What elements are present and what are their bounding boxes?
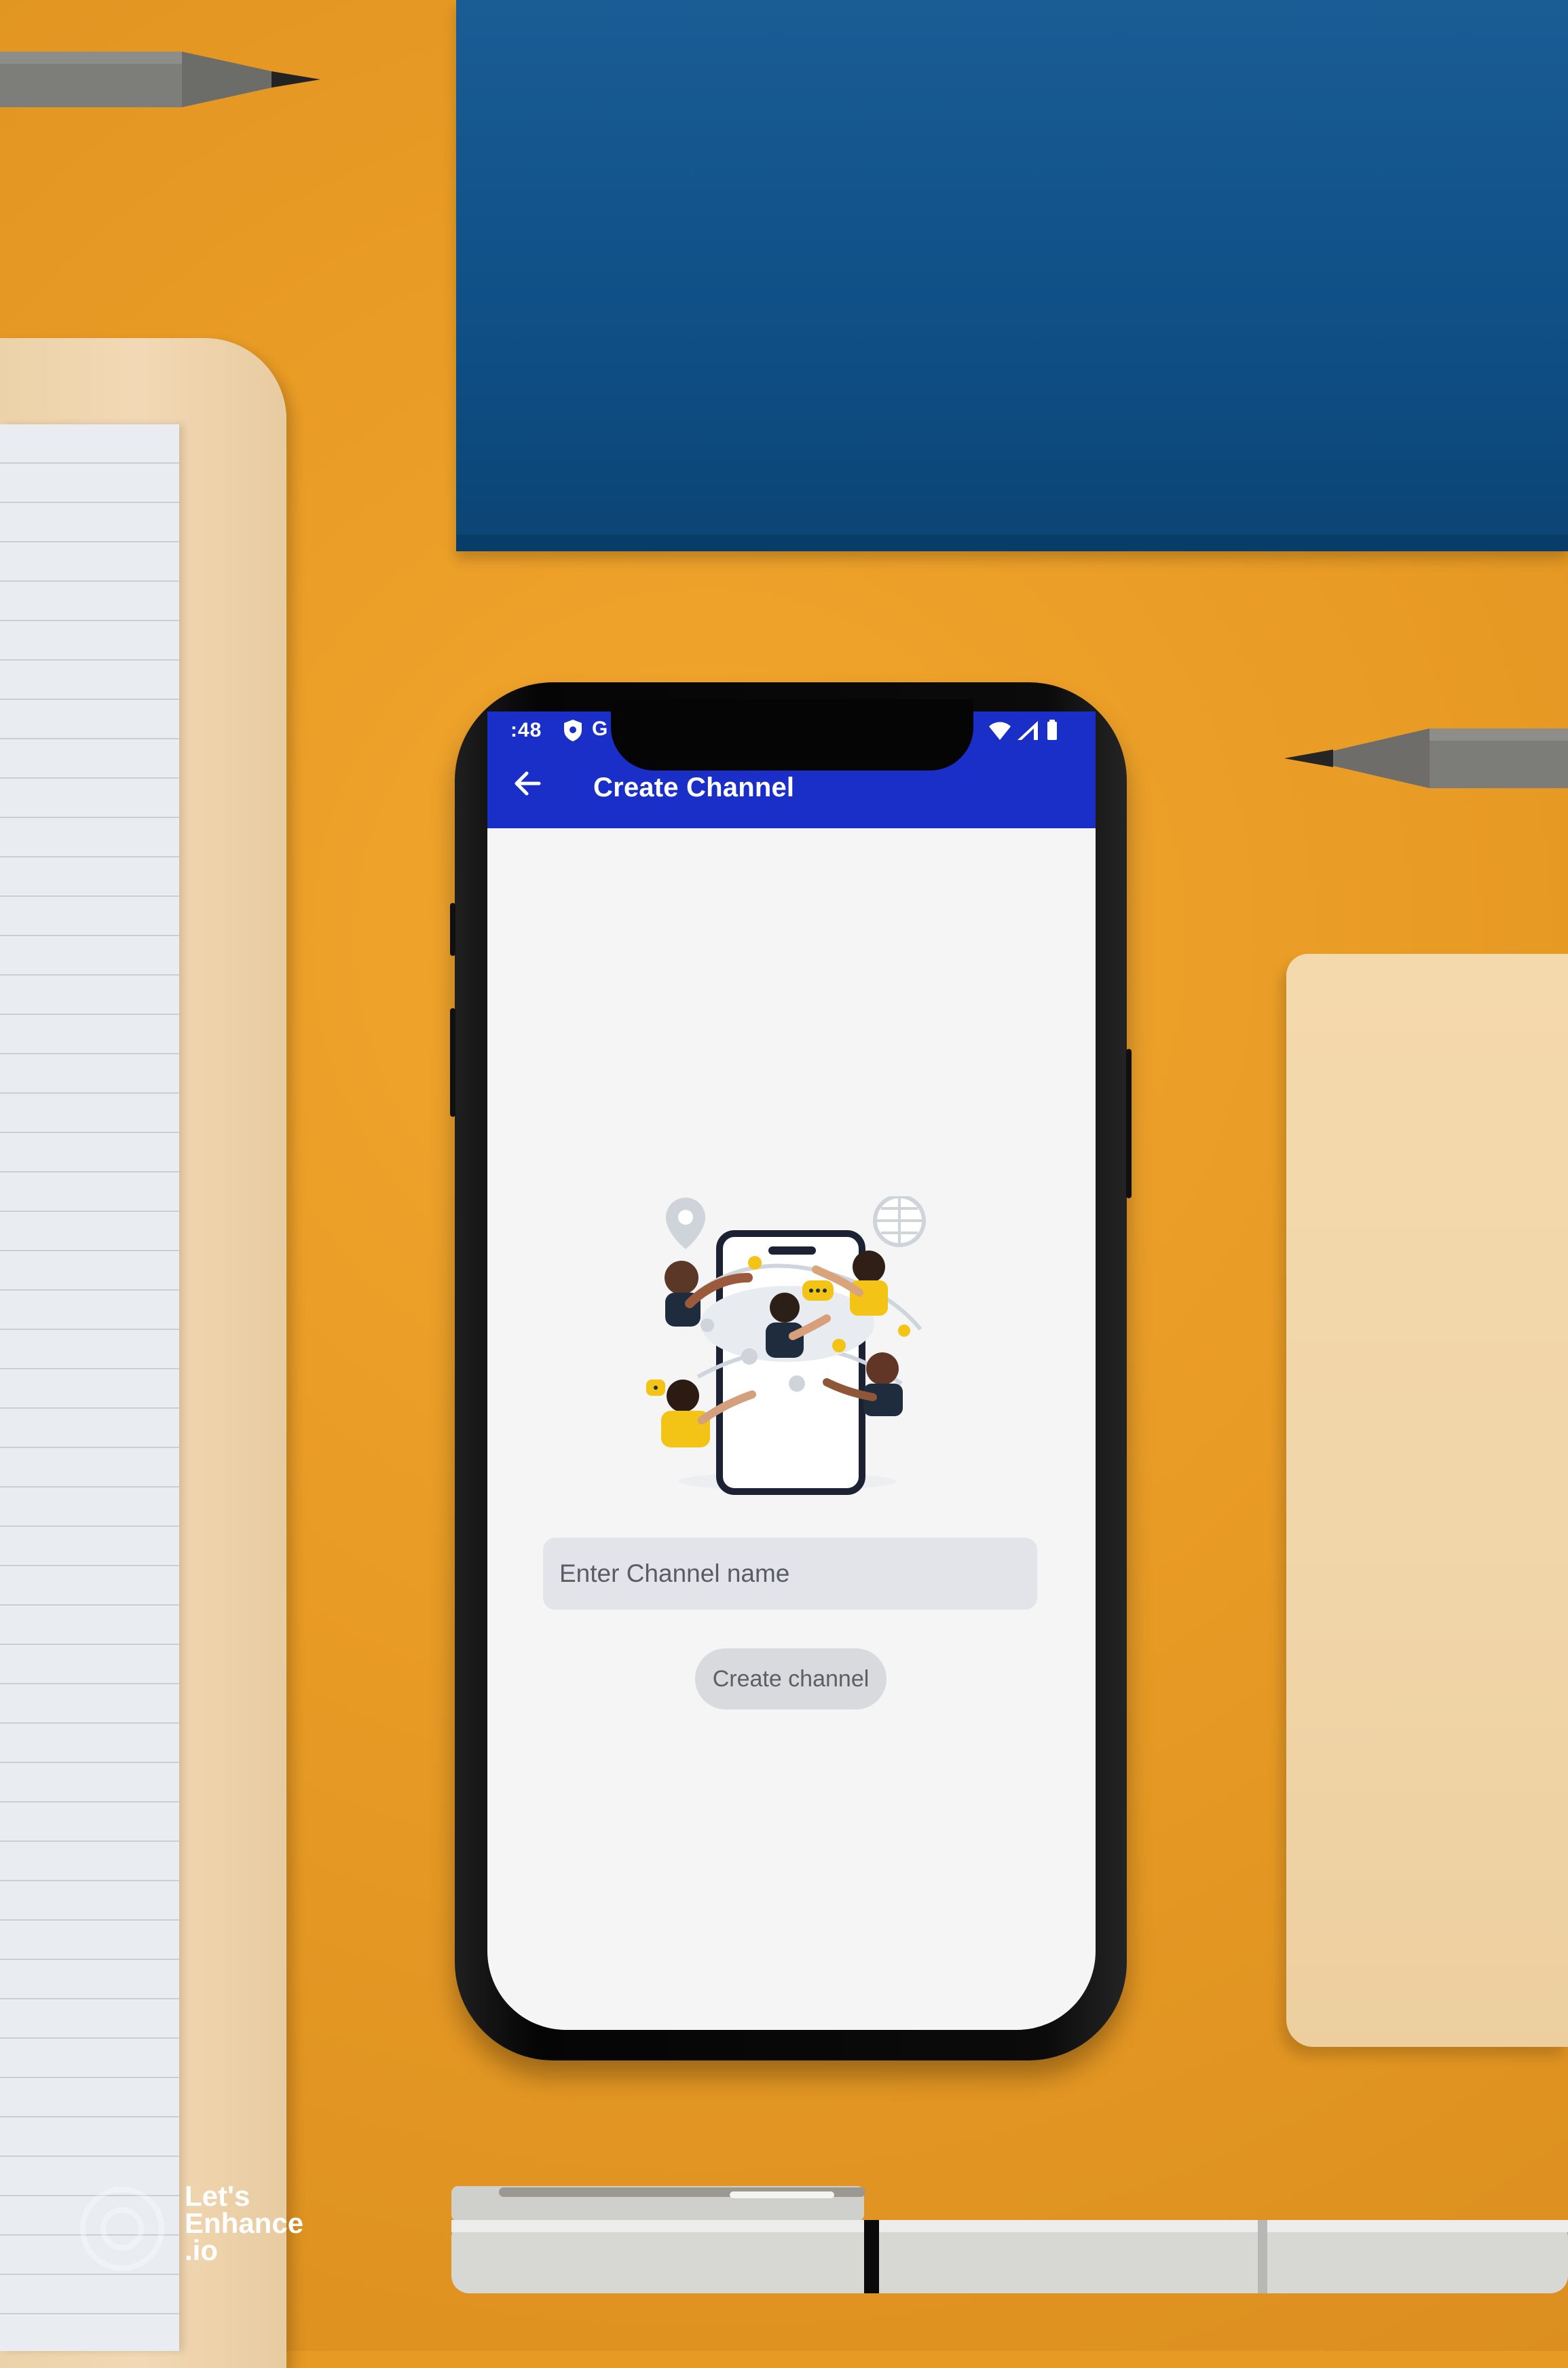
wifi-icon [989,722,1011,740]
create-channel-button[interactable]: Create channel [695,1648,886,1709]
chat-bubble-icon [802,1280,834,1301]
pencil-right [1284,728,1568,788]
pencil-left [0,52,320,107]
notification-glyph: G [592,718,608,740]
channel-name-input[interactable] [543,1538,1037,1610]
battery-icon [1047,720,1057,740]
blue-notebook [456,0,1568,551]
chat-bubble-icon-small [646,1380,665,1396]
blue-notebook-edge [456,535,1568,551]
back-arrow-icon[interactable] [510,766,546,801]
side-button-upper [450,903,455,956]
sticky-note-pad [1286,954,1568,2047]
pen [451,2186,1568,2293]
side-button-lower [450,1008,455,1117]
status-icons [989,720,1057,740]
shield-icon [564,720,582,741]
location-pin-icon [666,1198,705,1249]
watermark-text: Let's Enhance .io [185,2180,304,2266]
phone-notch [611,699,973,771]
channel-illustration [646,1196,926,1495]
status-time: :48 [510,719,542,741]
side-button-right [1126,1049,1132,1198]
globe-icon [873,1196,926,1247]
page-title: Create Channel [593,773,795,802]
lined-paper [0,424,179,2351]
signal-icon [1018,721,1038,740]
